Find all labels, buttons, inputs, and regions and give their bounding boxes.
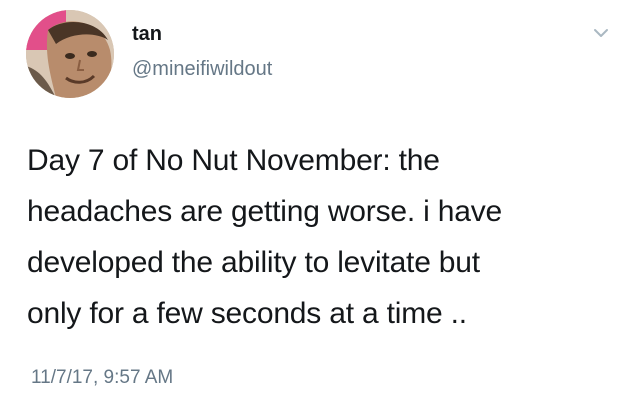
user-handle[interactable]: @mineifiwildout: [132, 57, 272, 81]
chevron-down-icon[interactable]: [590, 22, 612, 44]
avatar[interactable]: [26, 10, 114, 98]
tweet-card: tan @mineifiwildout Day 7 of No Nut Nove…: [0, 0, 640, 417]
display-name[interactable]: tan: [132, 22, 162, 46]
tweet-timestamp[interactable]: 11/7/17, 9:57 AM: [31, 366, 173, 390]
tweet-text: Day 7 of No Nut November: the headaches …: [27, 144, 502, 330]
avatar-image: [26, 10, 114, 98]
